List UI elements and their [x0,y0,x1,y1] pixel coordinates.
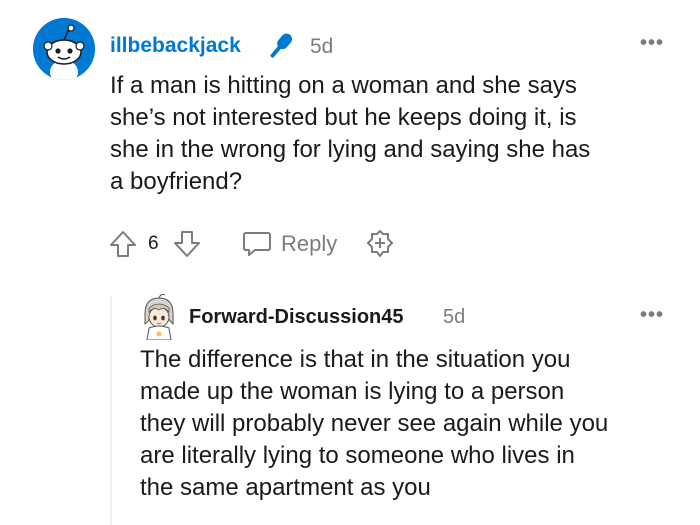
comment-body: The difference is that in the situation … [140,346,609,501]
more-options-icon[interactable]: ••• [640,304,664,327]
comment-age: 5d [443,306,466,328]
avatar[interactable] [139,293,179,341]
comment-reply: Forward-Discussion45 5d ••• The differen… [0,0,700,525]
anime-avatar-icon [144,293,174,341]
comment-username[interactable]: Forward-Discussion45 [189,306,404,329]
